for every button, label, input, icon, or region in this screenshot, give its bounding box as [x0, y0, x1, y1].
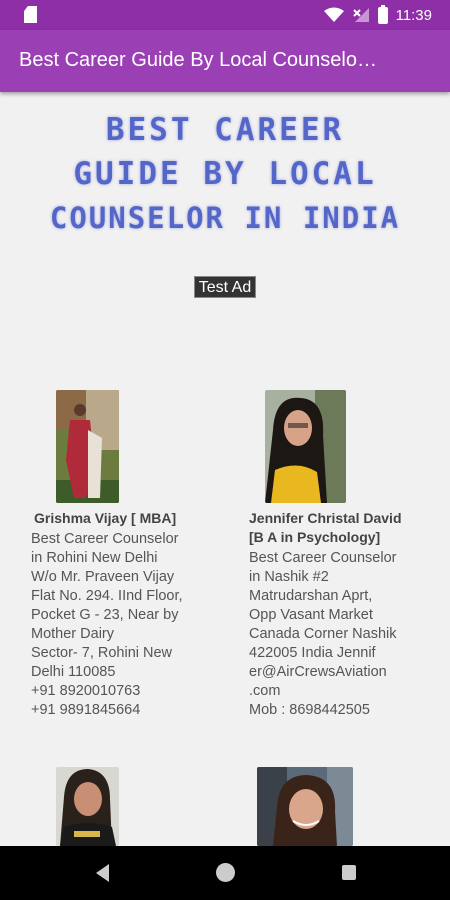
counselor-name: Jennifer Christal David [B A in Psycholo…	[249, 510, 402, 545]
hero-line: BEST CAREER	[105, 112, 345, 148]
counselor-name: Grishma Vijay [ MBA]	[34, 510, 177, 526]
app-bar: Best Career Guide By Local Counselo…	[0, 30, 450, 92]
home-icon[interactable]	[216, 863, 235, 882]
hero-line: GUIDE BY LOCAL	[73, 156, 377, 192]
clock: 11:39	[395, 6, 432, 24]
counselor-description: Best Career Counselor in Nashik #2 Matru…	[249, 550, 397, 718]
signal-icon	[352, 8, 369, 22]
counselor-description: Best Career Counselor in Rohini New Delh…	[31, 531, 183, 718]
app-title: Best Career Guide By Local Counselo…	[19, 49, 377, 71]
navigation-bar	[0, 846, 450, 900]
battery-icon	[377, 4, 388, 24]
counselor-photo[interactable]	[265, 390, 346, 503]
counselor-photo[interactable]	[257, 767, 353, 846]
sd-card-icon	[24, 6, 37, 23]
hero-heading: BEST CAREER GUIDE BY LOCAL COUNSELOR IN …	[0, 108, 450, 240]
counselor-photo[interactable]	[56, 390, 119, 503]
test-ad-banner[interactable]: Test Ad	[194, 276, 256, 298]
counselor-photo[interactable]	[56, 767, 119, 846]
hero-line: COUNSELOR IN INDIA	[49, 201, 401, 235]
wifi-icon	[323, 7, 344, 22]
back-icon[interactable]	[96, 864, 109, 882]
recent-apps-icon[interactable]	[342, 865, 356, 880]
status-bar: 11:39	[0, 0, 450, 30]
